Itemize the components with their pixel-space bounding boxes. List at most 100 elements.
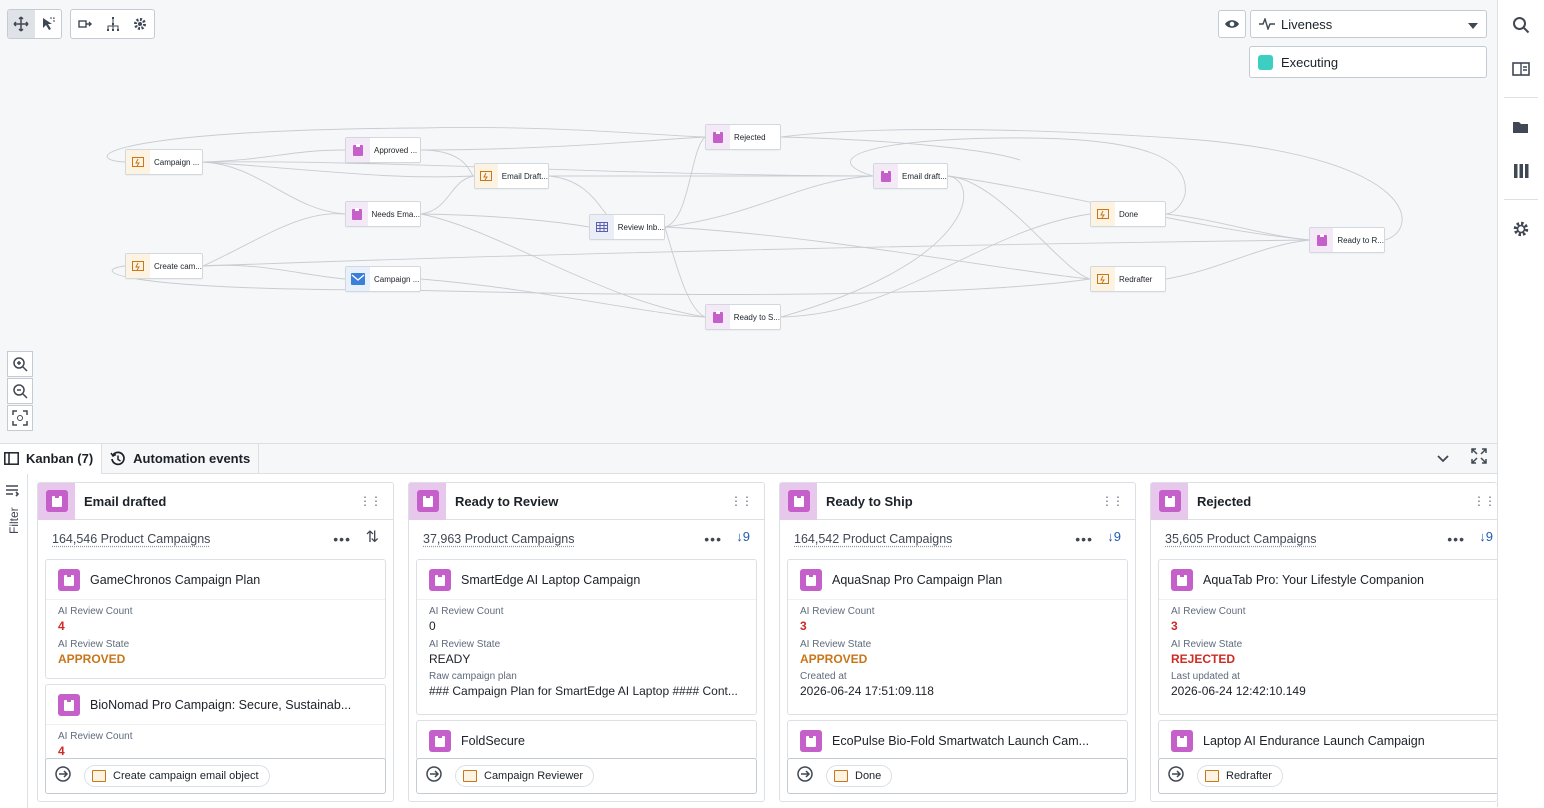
graph-node-ready-to-review[interactable]: Ready to R... [1309, 227, 1385, 253]
field-label: Created at [800, 671, 847, 682]
field-label: AI Review State [1171, 639, 1243, 650]
mail-icon [346, 267, 370, 291]
more-options-icon[interactable]: ••• [704, 531, 722, 547]
legend-swatch [1258, 54, 1273, 70]
settings-icon[interactable] [1510, 218, 1532, 240]
drag-handle-icon[interactable]: ⋮⋮ [359, 494, 382, 508]
object-icon [800, 729, 822, 752]
sort-icon[interactable]: ↓9 [736, 529, 750, 544]
column-count-link[interactable]: 35,605 Product Campaigns [1165, 532, 1316, 546]
kanban-card[interactable]: SmartEdge AI Laptop Campaign AI Review C… [416, 559, 757, 715]
graph-node-email-drafted[interactable]: Email draft... [873, 163, 948, 189]
column-count-link[interactable]: 164,546 Product Campaigns [52, 532, 210, 546]
field-label: AI Review Count [1171, 606, 1246, 617]
select-icon[interactable] [35, 10, 62, 38]
field-label: Raw campaign plan [429, 671, 517, 682]
column-count-link[interactable]: 37,963 Product Campaigns [423, 532, 574, 546]
filter-sidebar[interactable]: Filter [0, 474, 28, 808]
field-label: AI Review State [429, 639, 501, 650]
action-icon [1205, 770, 1219, 782]
graph-canvas[interactable]: Liveness Executing Campaign ... Approved… [0, 0, 1497, 443]
object-icon [800, 568, 822, 591]
kanban-card[interactable]: AquaTab Pro: Your Lifestyle Companion AI… [1158, 559, 1497, 715]
liveness-select[interactable]: Liveness [1250, 10, 1487, 38]
folder-icon[interactable] [1510, 116, 1532, 138]
kanban-card[interactable]: AquaSnap Pro Campaign Plan AI Review Cou… [787, 559, 1128, 715]
exit-icon[interactable] [425, 765, 443, 788]
action-button[interactable]: Redrafter [1197, 765, 1283, 787]
card-title: GameChronos Campaign Plan [90, 572, 261, 587]
zoom-out-button[interactable] [7, 378, 33, 404]
graph-node-review-inbox[interactable]: Review Inb... [589, 214, 665, 240]
field-value: 3 [800, 619, 807, 633]
drag-handle-icon[interactable]: ⋮⋮ [730, 494, 753, 508]
graph-node-needs-email[interactable]: Needs Ema... [345, 201, 421, 227]
filter-label: Filter [7, 507, 21, 534]
more-options-icon[interactable]: ••• [333, 531, 351, 547]
graph-node-rejected[interactable]: Rejected [705, 124, 781, 150]
field-label: AI Review Count [429, 606, 504, 617]
tab-automation-events[interactable]: Automation events [102, 443, 260, 474]
exit-icon[interactable] [1167, 765, 1185, 788]
card-title: AquaSnap Pro Campaign Plan [832, 572, 1003, 587]
layout-icon[interactable] [71, 10, 99, 38]
field-value: APPROVED [58, 652, 126, 666]
kanban-column: Email drafted ⋮⋮ 164,546 Product Campaig… [37, 482, 394, 802]
more-options-icon[interactable]: ••• [1447, 531, 1465, 547]
columns-icon[interactable] [1510, 160, 1532, 182]
card-title: SmartEdge AI Laptop Campaign [461, 572, 641, 587]
graph-node-campaign[interactable]: Campaign ... [125, 149, 203, 175]
more-options-icon[interactable]: ••• [1075, 531, 1093, 547]
graph-node-ready-to-ship[interactable]: Ready to S... [705, 304, 781, 330]
hierarchy-icon[interactable] [99, 10, 127, 38]
maximize-icon[interactable] [1471, 448, 1487, 469]
drag-handle-icon[interactable]: ⋮⋮ [1473, 494, 1496, 508]
graph-node-done[interactable]: Done [1090, 201, 1166, 227]
search-icon[interactable] [1510, 14, 1532, 36]
kanban-card[interactable]: Laptop AI Endurance Launch Campaign [1158, 720, 1497, 760]
chevron-down-icon[interactable] [1437, 450, 1449, 468]
pulse-icon [1259, 18, 1275, 30]
object-icon [58, 568, 80, 591]
kanban-card[interactable]: GameChronos Campaign Plan AI Review Coun… [45, 559, 386, 679]
move-icon[interactable] [8, 10, 35, 38]
graph-node-email-draft-action[interactable]: Email Draft... [474, 163, 549, 189]
legend-label: Executing [1281, 54, 1339, 70]
fit-view-icon [12, 410, 28, 426]
graph-node-approved[interactable]: Approved ... [345, 137, 421, 163]
card-title: FoldSecure [461, 733, 525, 748]
card-title: EcoPulse Bio-Fold Smartwatch Launch Cam.… [832, 733, 1090, 748]
graph-node-redrafter[interactable]: Redrafter [1090, 266, 1166, 292]
liveness-legend: Executing [1249, 46, 1487, 78]
drag-handle-icon[interactable]: ⋮⋮ [1101, 494, 1124, 508]
kanban-card[interactable]: EcoPulse Bio-Fold Smartwatch Launch Cam.… [787, 720, 1128, 760]
visibility-toggle-button[interactable] [1218, 10, 1246, 38]
graph-node-create-campaign[interactable]: Create cam... [125, 253, 203, 279]
field-value: APPROVED [800, 652, 868, 666]
graph-node-campaign-mail[interactable]: Campaign ... [345, 266, 421, 292]
action-button[interactable]: Done [826, 765, 893, 787]
column-title: Rejected [1197, 493, 1252, 509]
exit-icon[interactable] [796, 765, 814, 788]
panel-icon[interactable] [1510, 58, 1532, 80]
exit-icon[interactable] [54, 765, 72, 788]
object-icon [874, 164, 898, 188]
sort-icon[interactable]: ⇅ [366, 527, 379, 547]
fit-view-button[interactable] [7, 405, 33, 431]
action-button[interactable]: Create campaign email object [84, 765, 270, 787]
kanban-card[interactable]: BioNomad Pro Campaign: Secure, Sustainab… [45, 684, 386, 764]
gear-icon[interactable] [126, 10, 154, 38]
object-icon [58, 693, 80, 716]
field-value: 0 [429, 619, 436, 633]
action-icon [834, 770, 848, 782]
sort-icon[interactable]: ↓9 [1479, 529, 1493, 544]
kanban-card[interactable]: FoldSecure [416, 720, 757, 760]
divider [1504, 199, 1538, 200]
column-header: Ready to Ship ⋮⋮ [780, 483, 1135, 520]
tab-kanban[interactable]: Kanban (7) [0, 443, 103, 474]
zoom-in-button[interactable] [7, 351, 33, 377]
sort-icon[interactable]: ↓9 [1107, 529, 1121, 544]
object-type-icon [409, 483, 446, 520]
action-button[interactable]: Campaign Reviewer [455, 765, 595, 787]
column-count-link[interactable]: 164,542 Product Campaigns [794, 532, 952, 546]
